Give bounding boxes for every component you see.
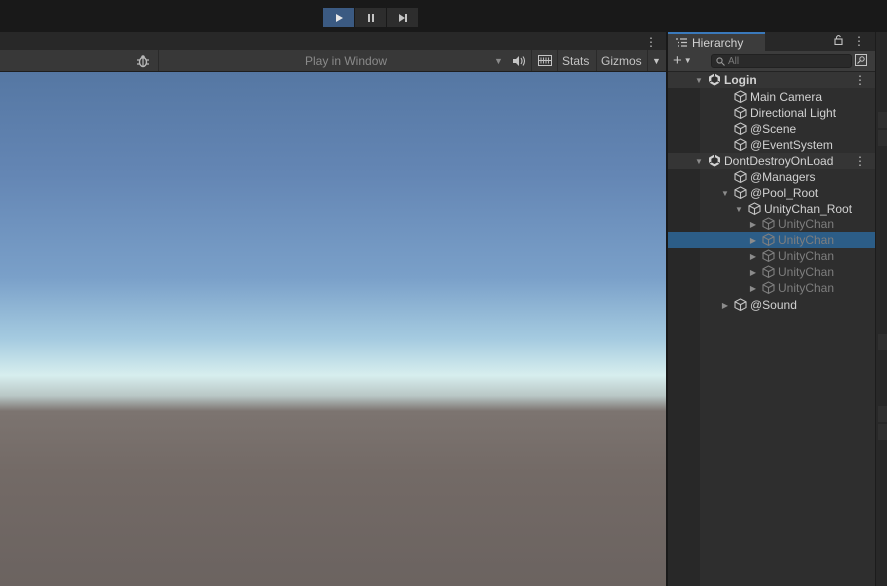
hierarchy-item[interactable]: ▶ UnityChan bbox=[668, 216, 875, 232]
hierarchy-item-label: DontDestroyOnLoad bbox=[724, 154, 834, 168]
hierarchy-item-label: @Pool_Root bbox=[750, 186, 819, 200]
hierarchy-item-label: UnityChan bbox=[778, 217, 835, 231]
gameobject-cube-icon bbox=[762, 281, 775, 295]
lock-icon[interactable] bbox=[834, 34, 843, 45]
gameobject-cube-icon bbox=[734, 298, 747, 312]
search-placeholder: All bbox=[728, 55, 740, 67]
play-controls bbox=[323, 8, 418, 27]
hierarchy-item-label: UnityChan_Root bbox=[764, 202, 853, 216]
play-icon bbox=[335, 13, 343, 22]
game-viewport[interactable] bbox=[0, 72, 666, 586]
display-mode-label: Play in Window bbox=[305, 53, 388, 68]
expand-right-icon[interactable]: ▶ bbox=[748, 236, 758, 245]
keyboard-icon[interactable] bbox=[538, 50, 552, 71]
chevron-down-icon: ▼ bbox=[494, 55, 503, 66]
hierarchy-item[interactable]: @Managers bbox=[668, 169, 875, 185]
plus-icon: + bbox=[673, 52, 682, 69]
hierarchy-item[interactable]: @EventSystem bbox=[668, 137, 875, 153]
gameobject-cube-icon bbox=[762, 233, 775, 247]
game-more-icon[interactable]: ⋮ bbox=[645, 35, 657, 49]
hierarchy-item[interactable]: ▶ UnityChan bbox=[668, 232, 875, 248]
hierarchy-item-label: UnityChan bbox=[778, 265, 835, 279]
create-button[interactable]: + ▼ bbox=[673, 53, 692, 69]
hierarchy-item[interactable]: ▶ UnityChan bbox=[668, 280, 875, 296]
game-tab-bar: ⋮ bbox=[0, 32, 666, 50]
search-icon bbox=[716, 56, 725, 66]
hierarchy-item-label: UnityChan bbox=[778, 249, 835, 263]
tab-hierarchy[interactable]: Hierarchy bbox=[668, 32, 765, 51]
hierarchy-scene-row[interactable]: ▼ DontDestroyOnLoad ⋮ bbox=[668, 153, 875, 169]
hierarchy-item[interactable]: @Scene bbox=[668, 121, 875, 137]
bug-icon[interactable] bbox=[136, 50, 150, 71]
gameobject-cube-icon bbox=[734, 122, 747, 136]
expand-down-icon[interactable]: ▼ bbox=[720, 189, 730, 198]
gameobject-cube-icon bbox=[748, 202, 761, 216]
main-toolbar bbox=[0, 0, 887, 32]
expand-down-icon[interactable]: ▼ bbox=[694, 76, 704, 85]
game-view: ⋮ Play in Window ▼ Stats Gizmos ▼ bbox=[0, 32, 666, 586]
hierarchy-item[interactable]: ▼ UnityChan_Root bbox=[668, 201, 875, 217]
scene-more-icon[interactable]: ⋮ bbox=[854, 73, 866, 87]
gizmos-label: Gizmos bbox=[601, 53, 642, 68]
hierarchy-item[interactable]: Main Camera bbox=[668, 89, 875, 105]
list-icon bbox=[676, 38, 687, 47]
hierarchy-item-label: Main Camera bbox=[750, 90, 823, 104]
expand-down-icon[interactable]: ▼ bbox=[694, 157, 704, 166]
expand-right-icon[interactable]: ▶ bbox=[748, 252, 758, 261]
hierarchy-panel: Hierarchy ⋮ + ▼ All ▼ Login ⋮ Main Camera Di… bbox=[668, 32, 875, 586]
hierarchy-toolbar: + ▼ All bbox=[668, 51, 875, 72]
gizmos-dropdown-icon[interactable]: ▼ bbox=[652, 50, 661, 71]
game-control-bar: Play in Window ▼ Stats Gizmos ▼ bbox=[0, 50, 666, 72]
gameobject-cube-icon bbox=[734, 170, 747, 184]
search-scene-icon[interactable] bbox=[855, 54, 867, 69]
gameobject-cube-icon bbox=[734, 186, 747, 200]
display-mode-select[interactable]: Play in Window ▼ bbox=[305, 50, 505, 71]
hierarchy-item[interactable]: ▶ UnityChan bbox=[668, 248, 875, 264]
hierarchy-item[interactable]: Directional Light bbox=[668, 105, 875, 121]
scene-more-icon[interactable]: ⋮ bbox=[854, 154, 866, 168]
stats-label: Stats bbox=[562, 53, 590, 68]
audio-icon[interactable] bbox=[512, 50, 526, 71]
chevron-down-icon: ▼ bbox=[683, 56, 692, 65]
hierarchy-item-label: Directional Light bbox=[750, 106, 837, 120]
gameobject-cube-icon bbox=[762, 265, 775, 279]
gameobject-cube-icon bbox=[734, 90, 747, 104]
expand-down-icon[interactable]: ▼ bbox=[734, 205, 744, 214]
unity-scene-icon bbox=[708, 154, 721, 167]
gameobject-cube-icon bbox=[762, 217, 775, 231]
gameobject-cube-icon bbox=[734, 138, 747, 152]
hierarchy-item-label: UnityChan bbox=[778, 233, 835, 247]
hierarchy-item[interactable]: ▶ UnityChan bbox=[668, 264, 875, 280]
hierarchy-item-label: @Sound bbox=[750, 298, 797, 312]
unity-scene-icon bbox=[708, 73, 721, 86]
stats-button[interactable]: Stats bbox=[562, 50, 589, 71]
inspector-panel-edge bbox=[875, 32, 887, 586]
hierarchy-more-icon[interactable]: ⋮ bbox=[853, 34, 865, 48]
step-icon bbox=[398, 13, 407, 22]
gameobject-cube-icon bbox=[734, 106, 747, 120]
hierarchy-item-label: Login bbox=[724, 73, 757, 87]
hierarchy-item-label: @Managers bbox=[750, 170, 816, 184]
hierarchy-tree: ▼ Login ⋮ Main Camera Directional Light @Scen… bbox=[668, 72, 875, 586]
hierarchy-item[interactable]: ▼ @Pool_Root bbox=[668, 185, 875, 201]
expand-right-icon[interactable]: ▶ bbox=[720, 301, 730, 310]
hierarchy-item[interactable]: ▶ @Sound bbox=[668, 297, 875, 313]
hierarchy-tab-label: Hierarchy bbox=[692, 35, 744, 50]
hierarchy-item-label: UnityChan bbox=[778, 281, 835, 295]
hierarchy-item-label: @Scene bbox=[750, 122, 797, 136]
expand-right-icon[interactable]: ▶ bbox=[748, 220, 758, 229]
hierarchy-tab-bar: Hierarchy ⋮ bbox=[668, 32, 875, 51]
expand-right-icon[interactable]: ▶ bbox=[748, 268, 758, 277]
pause-icon bbox=[367, 13, 374, 22]
hierarchy-scene-row[interactable]: ▼ Login ⋮ bbox=[668, 72, 875, 88]
hierarchy-item-label: @EventSystem bbox=[750, 138, 833, 152]
hierarchy-search-input[interactable]: All bbox=[711, 54, 852, 68]
pause-button[interactable] bbox=[355, 8, 386, 27]
gizmos-button[interactable]: Gizmos bbox=[601, 50, 642, 71]
expand-right-icon[interactable]: ▶ bbox=[748, 284, 758, 293]
gameobject-cube-icon bbox=[762, 249, 775, 263]
step-button[interactable] bbox=[387, 8, 418, 27]
play-button[interactable] bbox=[323, 8, 354, 27]
